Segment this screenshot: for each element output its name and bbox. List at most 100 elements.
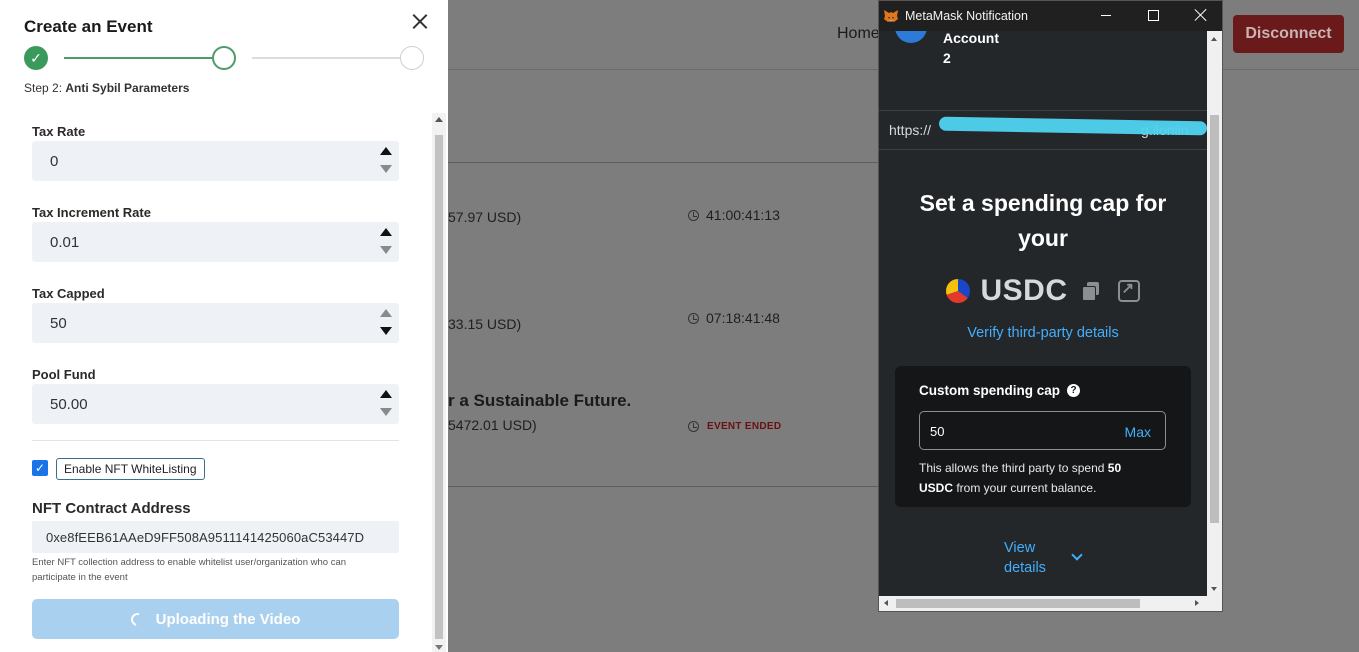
view-details-line: View xyxy=(1004,540,1036,556)
window-titlebar: MetaMask Notification xyxy=(879,1,1222,31)
verify-third-party-link[interactable]: Verify third-party details xyxy=(879,325,1207,341)
cap-title-text: Custom spending cap xyxy=(919,383,1061,398)
horizontal-scrollbar[interactable] xyxy=(879,596,1222,611)
disconnect-button[interactable]: Disconnect xyxy=(1233,15,1344,53)
allowance-suffix: from your current balance. xyxy=(953,481,1097,495)
number-stepper[interactable] xyxy=(379,308,393,338)
scroll-right-icon[interactable] xyxy=(1195,600,1199,606)
event-amount: 33.15 USD) xyxy=(448,316,522,332)
step-name: Anti Sybil Parameters xyxy=(65,81,190,95)
modal-scrollbar[interactable] xyxy=(432,113,446,652)
divider xyxy=(448,486,878,487)
view-details-link[interactable]: View details xyxy=(1004,538,1046,578)
token-logo-icon xyxy=(946,279,971,303)
token-symbol: USDC xyxy=(980,274,1068,307)
decrement-icon[interactable] xyxy=(380,327,392,335)
stepper-progress-line xyxy=(64,57,212,59)
step-1-complete-icon: ✓ xyxy=(24,46,48,70)
pool-fund-input[interactable]: 50.00 xyxy=(32,384,399,424)
clock-icon xyxy=(688,209,699,221)
divider xyxy=(448,162,878,163)
allowance-prefix: This allows the third party to spend xyxy=(919,461,1108,475)
spending-cap-heading: Set a spending cap for your xyxy=(919,190,1167,251)
scroll-left-icon[interactable] xyxy=(884,600,888,606)
timer-text: 41:00:41:13 xyxy=(706,207,780,223)
event-timer: 07:18:41:48 xyxy=(688,310,780,326)
pool-fund-label: Pool Fund xyxy=(32,367,96,382)
tax-capped-value: 50 xyxy=(50,315,67,332)
help-icon[interactable]: ? xyxy=(1067,384,1081,397)
divider xyxy=(32,440,399,441)
step-2-current-icon xyxy=(212,46,236,70)
tax-capped-label: Tax Capped xyxy=(32,286,105,301)
increment-icon[interactable] xyxy=(380,309,392,317)
maximize-icon[interactable] xyxy=(1148,10,1159,21)
timer-text: 07:18:41:48 xyxy=(706,310,780,326)
scroll-down-icon[interactable] xyxy=(435,645,443,650)
copy-icon[interactable] xyxy=(1081,282,1100,301)
event-status: EVENT ENDED xyxy=(688,421,781,432)
tax-rate-input[interactable]: 0 xyxy=(32,141,399,181)
scrollbar-thumb[interactable] xyxy=(1210,115,1219,523)
scroll-down-icon[interactable] xyxy=(1211,587,1217,591)
token-row: USDC xyxy=(879,271,1207,311)
divider xyxy=(879,149,1207,150)
nft-whitelist-checkbox[interactable]: ✓ xyxy=(32,460,48,476)
chevron-down-icon[interactable] xyxy=(1071,549,1083,561)
metamask-window: MetaMask Notification Account 2 https://… xyxy=(878,0,1223,612)
clock-icon xyxy=(688,421,699,432)
number-stepper[interactable] xyxy=(379,146,393,176)
allowance-token: USDC xyxy=(919,481,954,495)
spending-cap-value: 50 xyxy=(930,424,945,439)
clock-icon xyxy=(688,312,699,324)
nft-contract-input[interactable]: 0xe8fEEB61AAeD9FF508A9511141425060aC5344… xyxy=(32,521,399,553)
scroll-up-icon[interactable] xyxy=(1211,37,1217,41)
scroll-up-icon[interactable] xyxy=(435,117,443,122)
decrement-icon[interactable] xyxy=(380,165,392,173)
account-name-line: Account xyxy=(943,31,999,46)
scrollbar-thumb[interactable] xyxy=(896,599,1140,608)
tax-increment-rate-label: Tax Increment Rate xyxy=(32,205,151,220)
increment-icon[interactable] xyxy=(380,390,392,398)
upload-button-label: Uploading the Video xyxy=(155,610,301,628)
view-details-line: details xyxy=(1004,560,1046,576)
close-icon[interactable] xyxy=(410,12,430,32)
nav-home[interactable]: Home xyxy=(837,25,880,43)
account-name: Account 2 xyxy=(943,31,999,68)
metamask-content: Account 2 https://g.ilonlin Set a spendi… xyxy=(879,31,1207,596)
event-title[interactable]: r a Sustainable Future. xyxy=(448,391,631,411)
event-amount: 5472.01 USD) xyxy=(448,417,537,433)
nft-contract-value: 0xe8fEEB61AAeD9FF508A9511141425060aC5344… xyxy=(46,530,365,545)
status-text: EVENT ENDED xyxy=(707,421,782,432)
increment-icon[interactable] xyxy=(380,147,392,155)
increment-icon[interactable] xyxy=(380,228,392,236)
window-title: MetaMask Notification xyxy=(905,9,1028,23)
decrement-icon[interactable] xyxy=(380,408,392,416)
tax-capped-input[interactable]: 50 xyxy=(32,303,399,343)
tax-increment-rate-value: 0.01 xyxy=(50,234,80,251)
spending-cap-input[interactable]: 50 Max xyxy=(919,411,1166,450)
decrement-icon[interactable] xyxy=(380,246,392,254)
step-caption: Step 2: Anti Sybil Parameters xyxy=(24,81,189,95)
nft-whitelist-label[interactable]: Enable NFT WhiteListing xyxy=(56,458,205,480)
vertical-scrollbar[interactable] xyxy=(1207,31,1222,596)
close-icon[interactable] xyxy=(1194,8,1208,22)
upload-video-button[interactable]: Uploading the Video xyxy=(32,599,399,639)
tax-increment-rate-input[interactable]: 0.01 xyxy=(32,222,399,262)
event-amount: 57.97 USD) xyxy=(448,209,522,225)
tax-rate-value: 0 xyxy=(50,153,59,170)
allowance-text: This allows the third party to spend 50 U… xyxy=(919,458,1179,498)
scrollbar-thumb[interactable] xyxy=(435,135,443,639)
stepper-pending-line xyxy=(252,57,400,59)
loading-spinner-icon xyxy=(128,610,147,628)
account-avatar xyxy=(895,31,927,43)
number-stepper[interactable] xyxy=(379,389,393,419)
spending-cap-card: Custom spending cap ? 50 Max This allows… xyxy=(895,366,1191,507)
event-timer: 41:00:41:13 xyxy=(688,207,780,223)
nft-contract-title: NFT Contract Address xyxy=(32,500,191,517)
site-url-prefix: https:// xyxy=(889,122,932,138)
number-stepper[interactable] xyxy=(379,227,393,257)
minimize-icon[interactable] xyxy=(1101,15,1111,16)
external-link-icon[interactable] xyxy=(1117,279,1140,302)
max-button[interactable]: Max xyxy=(1125,424,1151,440)
